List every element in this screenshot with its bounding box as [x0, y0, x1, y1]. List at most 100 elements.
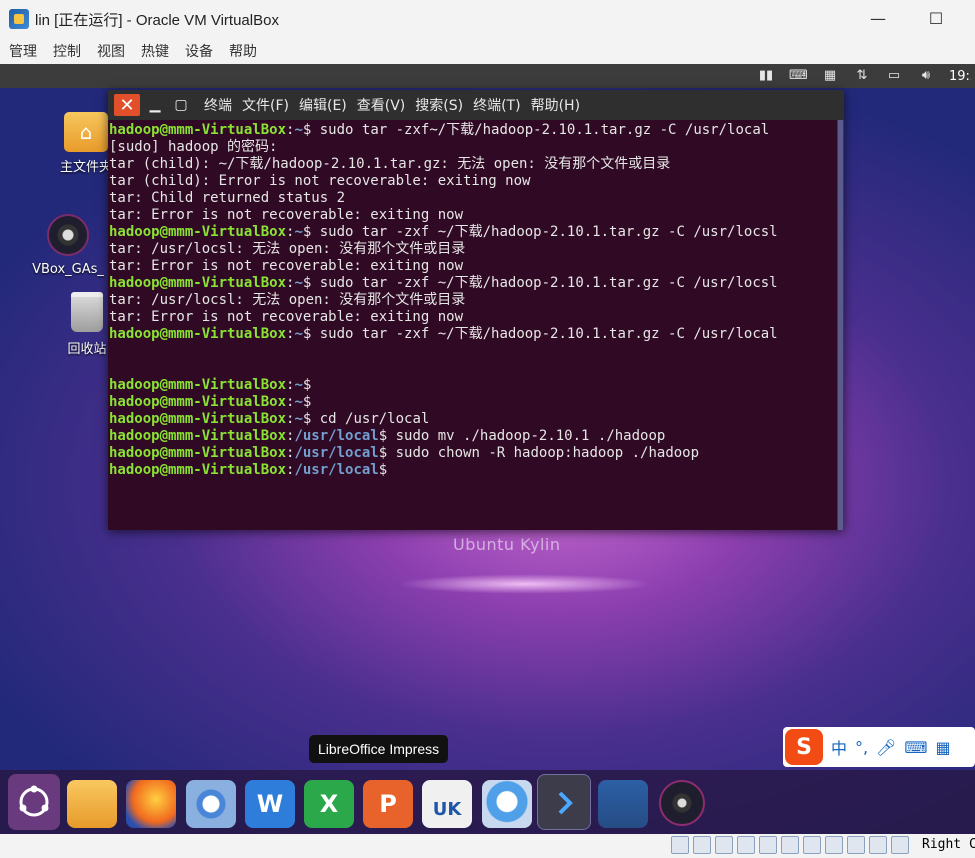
input-method-icon[interactable]: ▮▮: [757, 69, 775, 83]
menu-control[interactable]: 控制: [53, 41, 81, 61]
display-icon[interactable]: [803, 836, 821, 854]
maximize-icon[interactable]: ▢: [170, 94, 192, 116]
sogou-logo-icon[interactable]: S: [785, 729, 823, 765]
prompt-command: $: [378, 462, 388, 478]
usb-icon[interactable]: [759, 836, 777, 854]
terminal-menu-view[interactable]: 查看(V): [357, 95, 406, 115]
dash-icon[interactable]: [8, 774, 60, 830]
terminal-line: [sudo] hadoop 的密码:: [109, 139, 278, 155]
terminal-line: hadoop@mmm-VirtualBox:~$: [109, 394, 312, 410]
prompt-user: hadoop@mmm-VirtualBox: [109, 275, 287, 291]
prompt-path: ~: [294, 224, 303, 240]
ime-punctuation[interactable]: °,: [855, 738, 868, 757]
terminal-icon[interactable]: [537, 774, 591, 830]
firefox-icon[interactable]: [126, 780, 176, 828]
prompt-user: hadoop@mmm-VirtualBox: [109, 377, 287, 393]
minimize-icon[interactable]: —: [864, 6, 892, 30]
battery-icon[interactable]: ▭: [885, 69, 903, 83]
menu-hotkeys[interactable]: 热键: [141, 41, 169, 61]
launcher-dock: W X P UK: [0, 770, 975, 834]
terminal-scrollbar[interactable]: [837, 120, 844, 530]
terminal-output[interactable]: hadoop@mmm-VirtualBox:~$ sudo tar -zxf~/…: [108, 120, 844, 530]
ime-mode[interactable]: 中: [831, 735, 847, 759]
terminal-menu-file[interactable]: 文件(F): [242, 95, 289, 115]
clock[interactable]: 19:5: [949, 69, 971, 84]
optical-drive-icon[interactable]: [693, 836, 711, 854]
terminal-menu-search[interactable]: 搜索(S): [415, 95, 463, 115]
kylin-software-icon[interactable]: UK: [422, 780, 472, 828]
terminal-line: tar (child): ~/下载/hadoop-2.10.1.tar.gz: …: [109, 156, 671, 172]
terminal-line: tar: /usr/locsl: 无法 open: 没有那个文件或目录: [109, 292, 466, 308]
close-icon[interactable]: ✕: [114, 94, 140, 116]
terminal-window[interactable]: ✕ ▁ ▢ 终端 文件(F) 编辑(E) 查看(V) 搜索(S) 终端(T) 帮…: [108, 90, 844, 530]
prompt-user: hadoop@mmm-VirtualBox: [109, 326, 287, 342]
system-tray: ▮▮ ⌨ ▦ ⇅ ▭ 🔊︎ 19:5: [757, 64, 975, 88]
minimize-icon[interactable]: ▁: [144, 94, 166, 116]
menu-view[interactable]: 视图: [97, 41, 125, 61]
calendar-icon[interactable]: ▦: [821, 69, 839, 83]
wallpaper-text: Ubuntu Kylin: [453, 535, 561, 554]
menu-help[interactable]: 帮助: [229, 41, 257, 61]
microphone-icon[interactable]: 🎤︎: [876, 738, 896, 757]
terminal-menu-term[interactable]: 终端(T): [473, 95, 520, 115]
cd-disc-icon: [47, 214, 89, 256]
prompt-path: ~: [294, 411, 303, 427]
menu-devices[interactable]: 设备: [185, 41, 213, 61]
terminal-titlebar: ✕ ▁ ▢ 终端 文件(F) 编辑(E) 查看(V) 搜索(S) 终端(T) 帮…: [108, 90, 844, 120]
calc-icon[interactable]: X: [304, 780, 354, 828]
terminal-menu-edit[interactable]: 编辑(E): [299, 95, 347, 115]
prompt-command: $ sudo tar -zxf~/下载/hadoop-2.10.1.tar.gz…: [302, 122, 770, 138]
terminal-line: hadoop@mmm-VirtualBox:/usr/local$ sudo c…: [109, 445, 700, 461]
network-icon[interactable]: ⇅: [853, 69, 871, 83]
prompt-command: $: [302, 394, 312, 410]
prompt-command: $ sudo chown -R hadoop:hadoop ./hadoop: [378, 445, 700, 461]
host-window-title: lin [正在运行] - Oracle VM VirtualBox: [35, 12, 279, 29]
hard-disk-icon[interactable]: [671, 836, 689, 854]
network-adapter-icon[interactable]: [737, 836, 755, 854]
prompt-command: $ sudo tar -zxf ~/下载/hadoop-2.10.1.tar.g…: [302, 326, 778, 342]
audio-icon[interactable]: [715, 836, 733, 854]
terminal-line: hadoop@mmm-VirtualBox:/usr/local$: [109, 462, 388, 478]
terminal-line: tar (child): Error is not recoverable: e…: [109, 173, 531, 189]
maximize-icon[interactable]: ☐: [922, 6, 950, 30]
desktop-icon-label: VBox_GAs_: [32, 262, 104, 277]
menu-manage[interactable]: 管理: [9, 41, 37, 61]
image-viewer-icon[interactable]: [482, 780, 532, 828]
workspace-icon[interactable]: [598, 780, 648, 828]
ime-toolbar[interactable]: S 中 °, 🎤︎ ⌨ ▦: [783, 727, 975, 767]
terminal-menubar: 终端 文件(F) 编辑(E) 查看(V) 搜索(S) 终端(T) 帮助(H): [204, 95, 590, 115]
dock-tooltip: LibreOffice Impress: [309, 735, 449, 763]
terminal-line: hadoop@mmm-VirtualBox:~$ sudo tar -zxf ~…: [109, 275, 778, 291]
mouse-integration-icon[interactable]: [869, 836, 887, 854]
chromium-icon[interactable]: [186, 780, 236, 828]
terminal-line: hadoop@mmm-VirtualBox:~$ cd /usr/local: [109, 411, 430, 427]
host-key-label: Right C: [922, 837, 975, 852]
prompt-path: ~: [294, 377, 303, 393]
desktop-icon-vbox-ga[interactable]: VBox_GAs_: [28, 214, 108, 277]
prompt-command: $: [302, 377, 312, 393]
cpu-icon[interactable]: [847, 836, 865, 854]
terminal-line: hadoop@mmm-VirtualBox:~$ sudo tar -zxf~/…: [109, 122, 770, 138]
shared-folder-icon[interactable]: [781, 836, 799, 854]
guest-top-panel: ▮▮ ⌨ ▦ ⇅ ▭ 🔊︎ 19:5: [0, 64, 975, 88]
recording-icon[interactable]: [825, 836, 843, 854]
prompt-path: /usr/local: [294, 445, 379, 461]
files-icon[interactable]: [67, 780, 117, 828]
terminal-menu-help[interactable]: 帮助(H): [531, 95, 580, 115]
keyboard-icon[interactable]: ⌨: [789, 69, 808, 83]
writer-icon[interactable]: W: [245, 780, 295, 828]
prompt-command: $ cd /usr/local: [302, 411, 430, 427]
ime-toolbox-icon[interactable]: ▦: [936, 738, 951, 757]
impress-icon[interactable]: P: [363, 780, 413, 828]
host-menubar: 管理 控制 视图 热键 设备 帮助: [0, 38, 975, 64]
keyboard-capture-icon[interactable]: [891, 836, 909, 854]
soft-keyboard-icon[interactable]: ⌨: [904, 738, 927, 757]
vbox-ga-disc-icon[interactable]: [659, 780, 705, 826]
terminal-line: tar: Error is not recoverable: exiting n…: [109, 309, 464, 325]
prompt-path: /usr/local: [294, 462, 379, 478]
host-statusbar: Right C: [0, 834, 975, 858]
volume-icon[interactable]: 🔊︎: [917, 69, 935, 83]
terminal-menu-terminal[interactable]: 终端: [204, 95, 232, 115]
prompt-user: hadoop@mmm-VirtualBox: [109, 411, 287, 427]
